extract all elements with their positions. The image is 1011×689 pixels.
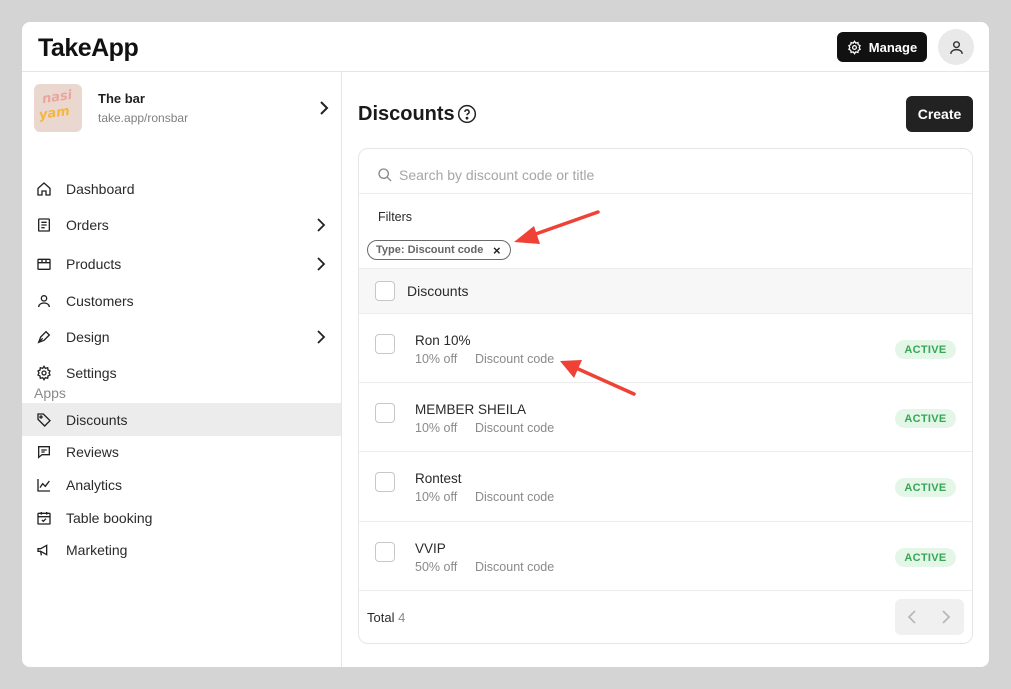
chevron-right-icon[interactable] xyxy=(939,609,953,625)
discount-type: Discount code xyxy=(475,421,555,435)
pagination xyxy=(895,599,964,635)
create-button[interactable]: Create xyxy=(906,96,973,132)
store-url: take.app/ronsbar xyxy=(98,111,189,125)
sidebar-item-marketing[interactable]: Marketing xyxy=(22,534,341,566)
store-logo-text: yam xyxy=(38,103,71,124)
search-bar xyxy=(359,149,972,194)
pen-icon xyxy=(36,329,52,345)
sidebar-item-label: Reviews xyxy=(66,444,119,460)
app-logo[interactable]: TakeApp xyxy=(38,34,139,63)
calendar-check-icon xyxy=(36,510,52,526)
discount-amount: 10% off xyxy=(415,421,458,435)
chart-line-icon xyxy=(36,477,52,493)
row-checkbox[interactable] xyxy=(375,334,395,354)
home-icon xyxy=(36,181,52,197)
account-avatar[interactable] xyxy=(938,29,974,65)
sidebar-item-label: Settings xyxy=(66,365,117,381)
discounts-card: Filters Type: Discount code × Discounts … xyxy=(358,148,973,644)
column-header: Discounts xyxy=(407,283,469,299)
discount-title: Ron 10% xyxy=(415,333,471,348)
table-row[interactable]: Ron 10% 10% off Discount code ACTIVE xyxy=(359,314,972,383)
store-switcher[interactable]: nasi yam The bar take.app/ronsbar xyxy=(34,84,334,134)
total-count: Total 4 xyxy=(367,610,405,625)
sidebar-item-label: Table booking xyxy=(66,510,153,526)
filters-label: Filters xyxy=(378,210,413,224)
box-icon xyxy=(36,256,52,272)
apps-section-label: Apps xyxy=(34,385,66,401)
discount-amount: 10% off xyxy=(415,352,458,366)
top-bar: TakeApp Manage xyxy=(22,22,989,72)
discount-amount: 50% off xyxy=(415,560,458,574)
select-all-checkbox[interactable] xyxy=(375,281,395,301)
total-number: 4 xyxy=(398,610,406,625)
store-logo: nasi yam xyxy=(34,84,82,132)
store-name: The bar xyxy=(98,91,145,106)
table-header: Discounts xyxy=(359,268,972,314)
sidebar-item-label: Marketing xyxy=(66,542,128,558)
discount-title: Rontest xyxy=(415,471,462,486)
sidebar-item-settings[interactable]: Settings xyxy=(22,357,341,389)
main-content: Discounts Create Filters Type: Discount … xyxy=(342,72,989,667)
search-icon xyxy=(378,168,392,182)
status-badge: ACTIVE xyxy=(895,478,956,497)
row-checkbox[interactable] xyxy=(375,403,395,423)
sidebar-item-customers[interactable]: Customers xyxy=(22,285,341,317)
gear-icon xyxy=(36,365,52,381)
sidebar-item-label: Orders xyxy=(66,217,109,233)
status-badge: ACTIVE xyxy=(895,548,956,567)
filter-chip[interactable]: Type: Discount code × xyxy=(367,240,511,260)
receipt-icon xyxy=(36,217,52,233)
megaphone-icon xyxy=(36,542,52,558)
sidebar: nasi yam The bar take.app/ronsbar Dashbo… xyxy=(22,72,342,667)
sidebar-item-dashboard[interactable]: Dashboard xyxy=(22,173,341,205)
sidebar-item-discounts[interactable]: Discounts xyxy=(22,403,341,436)
status-badge: ACTIVE xyxy=(895,409,956,428)
chevron-right-icon xyxy=(320,101,329,115)
discount-amount: 10% off xyxy=(415,490,458,504)
sidebar-item-label: Discounts xyxy=(66,411,128,428)
search-input[interactable] xyxy=(399,161,939,189)
table-row[interactable]: Rontest 10% off Discount code ACTIVE xyxy=(359,452,972,522)
chevron-right-icon xyxy=(317,257,326,271)
discount-type: Discount code xyxy=(475,352,555,366)
user-icon xyxy=(949,40,963,54)
sidebar-item-label: Dashboard xyxy=(66,181,135,197)
sidebar-item-label: Customers xyxy=(66,293,134,309)
sidebar-item-label: Design xyxy=(66,329,110,345)
chevron-right-icon xyxy=(317,218,326,232)
sidebar-item-table-booking[interactable]: Table booking xyxy=(22,502,341,534)
row-checkbox[interactable] xyxy=(375,542,395,562)
sidebar-item-analytics[interactable]: Analytics xyxy=(22,469,341,501)
help-icon[interactable] xyxy=(457,104,477,124)
sidebar-item-reviews[interactable]: Reviews xyxy=(22,436,341,468)
message-icon xyxy=(36,444,52,460)
discount-title: MEMBER SHEILA xyxy=(415,402,527,417)
page-title: Discounts xyxy=(358,103,455,125)
chevron-left-icon[interactable] xyxy=(905,609,919,625)
sidebar-item-products[interactable]: Products xyxy=(22,248,341,280)
sidebar-item-design[interactable]: Design xyxy=(22,321,341,353)
close-icon[interactable]: × xyxy=(493,243,501,258)
tag-icon xyxy=(36,412,52,428)
discount-title: VVIP xyxy=(415,541,446,556)
table-row[interactable]: VVIP 50% off Discount code ACTIVE xyxy=(359,522,972,591)
filter-chip-label: Type: Discount code xyxy=(376,244,484,256)
total-label: Total xyxy=(367,610,395,625)
manage-label: Manage xyxy=(868,39,918,55)
sidebar-item-orders[interactable]: Orders xyxy=(22,209,341,241)
chevron-right-icon xyxy=(317,330,326,344)
sidebar-item-label: Products xyxy=(66,256,122,272)
manage-button[interactable]: Manage xyxy=(837,32,927,62)
gear-icon xyxy=(847,39,861,55)
app-window: TakeApp Manage nasi yam The bar take.app… xyxy=(22,22,989,667)
discount-type: Discount code xyxy=(475,490,555,504)
row-checkbox[interactable] xyxy=(375,472,395,492)
user-icon xyxy=(36,293,52,309)
table-row[interactable]: MEMBER SHEILA 10% off Discount code ACTI… xyxy=(359,383,972,452)
discount-type: Discount code xyxy=(475,560,555,574)
sidebar-item-label: Analytics xyxy=(66,477,123,493)
status-badge: ACTIVE xyxy=(895,340,956,359)
